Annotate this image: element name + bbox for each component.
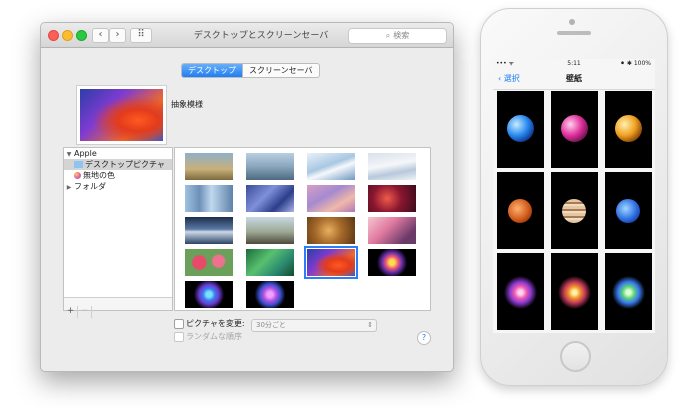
wallpaper-tile[interactable] [551,172,598,249]
color-ball-icon [74,172,81,179]
folder-icon [74,161,83,168]
wallpaper-tile[interactable] [497,253,544,330]
wallpaper-thumb[interactable] [368,249,416,276]
random-order-checkbox[interactable] [174,332,184,342]
sidebar-item-label: フォルダ [74,182,106,191]
wallpaper-tile[interactable] [605,172,652,249]
pink-burst-image [501,273,540,312]
wallpaper-grid [174,147,431,311]
minimize-window-button[interactable] [62,30,73,41]
segmented-tabs: デスクトップ スクリーンセーバ [181,63,320,78]
sidebar-item-folders[interactable]: ▶ フォルダ [64,181,172,192]
show-all-grid-icon[interactable]: ⠿ [130,28,152,43]
wallpaper-tile[interactable] [605,91,652,168]
wallpaper-thumb[interactable] [246,249,294,276]
current-picture-name: 抽象模様 [171,100,203,109]
change-picture-checkbox[interactable] [174,319,184,329]
iphone-screen: ••• ᯤ 5:11 ⚫ ✱ 100% ‹ 選択 壁紙 [493,59,655,333]
help-button[interactable]: ? [417,331,431,345]
wallpaper-thumb[interactable] [185,281,233,308]
wallpaper-thumb-selected[interactable] [304,246,358,279]
tab-screen-saver[interactable]: スクリーンセーバ [242,64,319,77]
wallpaper-preview-image [80,89,163,141]
wallpaper-tile[interactable] [497,91,544,168]
back-button[interactable]: ‹ [92,28,109,43]
wallpaper-thumb[interactable] [246,185,294,212]
forward-button[interactable]: › [109,28,126,43]
interval-value: 30分ごと [256,321,286,329]
wallpaper-thumb[interactable] [246,281,294,308]
disclosure-down-icon[interactable]: ▼ [64,149,74,160]
front-camera [569,19,575,25]
system-preferences-window: ‹ › ⠿ デスクトップとスクリーンセーバ ⌕ 検索 デスクトップ スクリーンセー… [40,22,454,372]
sidebar-item-label: デスクトップピクチャ [85,160,165,169]
wallpaper-thumb[interactable] [185,217,233,244]
zoom-window-button[interactable] [76,30,87,41]
disclosure-right-icon[interactable]: ▶ [64,182,74,193]
gold-drop-image [615,115,642,142]
title-bar: ‹ › ⠿ デスクトップとスクリーンセーバ ⌕ 検索 [41,23,453,48]
change-picture-label: ピクチャを変更: [186,319,245,328]
search-field[interactable]: ⌕ 検索 [348,28,447,44]
wallpaper-thumb[interactable] [246,217,294,244]
window-title: デスクトップとスクリーンセーバ [193,31,329,41]
wallpaper-thumb[interactable] [368,217,416,244]
remove-folder-button[interactable]: − [78,306,92,318]
battery-indicator: ⚫ ✱ 100% [619,60,651,67]
search-icon: ⌕ [385,31,391,40]
status-bar: ••• ᯤ 5:11 ⚫ ✱ 100% [493,59,655,69]
wallpaper-thumb[interactable] [368,185,416,212]
wallpaper-tile[interactable] [497,172,544,249]
wallpaper-thumb[interactable] [185,153,233,180]
current-wallpaper-preview [76,85,167,145]
tab-desktop[interactable]: デスクトップ [182,64,242,77]
blue-drop-image [507,115,534,142]
source-sidebar: ▼ Apple デスクトップピクチャ 無地の色 ▶ フォルダ + − [63,147,173,318]
search-placeholder: 検索 [393,31,410,40]
wallpaper-tile[interactable] [605,253,652,330]
orange-burst-image [555,273,594,312]
wallpaper-thumb[interactable] [307,217,355,244]
green-burst-image [609,273,648,312]
magenta-drop-image [561,115,588,142]
wallpaper-thumb[interactable] [185,249,233,276]
wallpaper-thumb[interactable] [307,185,355,212]
nav-title: 壁紙 [566,74,582,83]
sidebar-item-desktop-pictures[interactable]: デスクトップピクチャ [64,159,172,170]
sidebar-item-label: Apple [74,149,97,158]
home-button[interactable] [560,341,591,372]
sidebar-item-label: 無地の色 [83,171,115,180]
earpiece-speaker [557,31,591,35]
wallpaper-tile[interactable] [551,91,598,168]
wallpaper-tile[interactable] [551,253,598,330]
close-window-button[interactable] [48,30,59,41]
interval-select[interactable]: 30分ごと ⇕ [251,319,377,332]
mars-planet-image [508,199,532,223]
add-folder-button[interactable]: + [64,306,78,318]
wallpaper-thumb[interactable] [368,153,416,180]
neptune-planet-image [616,199,640,223]
chevron-updown-icon: ⇕ [367,321,373,329]
wallpaper-thumb[interactable] [185,185,233,212]
wallpaper-thumb[interactable] [307,153,355,180]
sidebar-footer: + − [64,297,172,318]
random-order-label: ランダムな順序 [186,332,242,341]
wallpaper-thumb[interactable] [246,153,294,180]
jupiter-planet-image [562,199,586,223]
sidebar-item-apple[interactable]: ▼ Apple [64,148,172,159]
sidebar-item-solid-colors[interactable]: 無地の色 [64,170,172,181]
navigation-bar: ‹ 選択 壁紙 [493,69,655,90]
iphone-device: ••• ᯤ 5:11 ⚫ ✱ 100% ‹ 選択 壁紙 [480,8,668,386]
